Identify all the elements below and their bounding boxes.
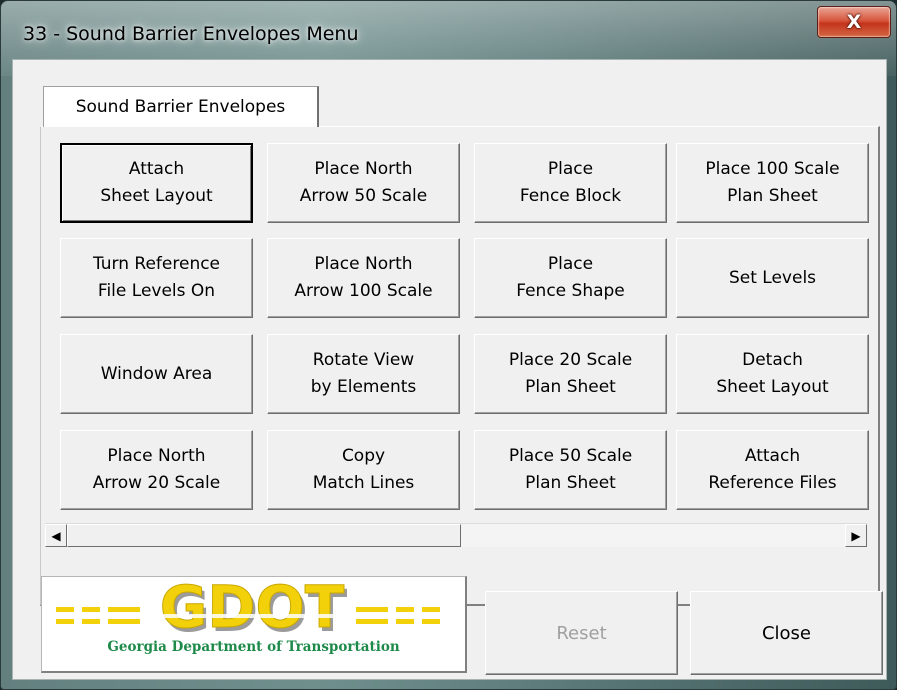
place-north-arrow-50-scale-button[interactable]: Place North Arrow 50 Scale — [267, 143, 460, 223]
scroll-right-button[interactable]: ▶ — [845, 524, 867, 547]
place-fence-block-button[interactable]: Place Fence Block — [474, 143, 667, 223]
place-fence-shape-button[interactable]: Place Fence Shape — [474, 238, 667, 318]
logo-caption: Georgia Department of Transportation — [107, 639, 400, 655]
place-north-arrow-20-scale-button[interactable]: Place North Arrow 20 Scale — [60, 430, 253, 510]
title-bar[interactable]: 33 - Sound Barrier Envelopes Menu X — [1, 1, 896, 59]
gdot-wordmark: GDOT — [160, 577, 345, 641]
triangle-left-icon: ◀ — [51, 528, 61, 543]
window-area-button[interactable]: Window Area — [60, 334, 253, 414]
attach-sheet-layout-button[interactable]: Attach Sheet Layout — [60, 143, 253, 223]
turn-reference-file-levels-on-button[interactable]: Turn Reference File Levels On — [60, 238, 253, 318]
reset-button[interactable]: Reset — [485, 591, 678, 675]
dialog-window: 33 - Sound Barrier Envelopes Menu X Soun… — [0, 0, 897, 690]
scrollbar-thumb[interactable] — [67, 524, 461, 547]
place-100-scale-plan-sheet-button[interactable]: Place 100 Scale Plan Sheet — [676, 143, 869, 223]
close-button[interactable]: Close — [690, 591, 883, 675]
detach-sheet-layout-button[interactable]: Detach Sheet Layout — [676, 334, 869, 414]
set-levels-button[interactable]: Set Levels — [676, 238, 869, 318]
place-20-scale-plan-sheet-button[interactable]: Place 20 Scale Plan Sheet — [474, 334, 667, 414]
scroll-left-button[interactable]: ◀ — [45, 524, 67, 547]
attach-reference-files-button[interactable]: Attach Reference Files — [676, 430, 869, 510]
place-50-scale-plan-sheet-button[interactable]: Place 50 Scale Plan Sheet — [474, 430, 667, 510]
gdot-logo: GDOT GDOT Georgia Department of Transpor… — [41, 573, 467, 673]
gdot-logo-graphic: GDOT GDOT — [56, 573, 440, 645]
triangle-right-icon: ▶ — [851, 528, 861, 543]
place-north-arrow-100-scale-button[interactable]: Place North Arrow 100 Scale — [267, 238, 460, 318]
dialog-client-area: Sound Barrier Envelopes Attach Sheet Lay… — [12, 59, 887, 680]
tab-sound-barrier-envelopes[interactable]: Sound Barrier Envelopes — [43, 86, 319, 127]
rotate-view-by-elements-button[interactable]: Rotate View by Elements — [267, 334, 460, 414]
horizontal-scrollbar[interactable]: ◀ ▶ — [45, 523, 867, 547]
window-close-button[interactable]: X — [817, 6, 891, 38]
close-icon: X — [846, 11, 862, 33]
window-title: 33 - Sound Barrier Envelopes Menu — [23, 23, 359, 45]
copy-match-lines-button[interactable]: Copy Match Lines — [267, 430, 460, 510]
